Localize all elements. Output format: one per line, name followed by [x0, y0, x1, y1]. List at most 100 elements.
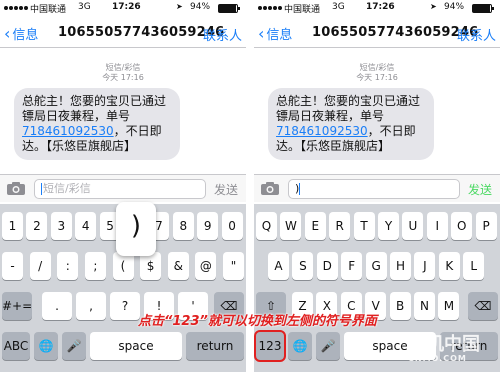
back-button[interactable]: ‹ 信息: [258, 24, 292, 43]
chevron-left-icon: ‹: [4, 23, 11, 43]
left_keyboard-key[interactable]: ;: [84, 252, 106, 280]
right_keyboard-key[interactable]: W: [280, 212, 302, 240]
left_keyboard-key[interactable]: 0: [221, 212, 243, 240]
right_keyboard-key[interactable]: H: [390, 252, 411, 280]
battery-icon: [472, 4, 494, 13]
navigation-bar: ‹ 信息 106550577436059246 联系人: [0, 18, 246, 48]
back-label: 信息: [266, 28, 293, 43]
dictation-key[interactable]: 🎤: [62, 332, 86, 360]
left_keyboard-key[interactable]: 2: [26, 212, 48, 240]
right_keyboard-key[interactable]: T: [353, 212, 375, 240]
carrier-label: 中国联通: [284, 5, 321, 15]
right_keyboard-key[interactable]: J: [414, 252, 436, 280]
left_keyboard-key[interactable]: 4: [75, 212, 97, 240]
globe-icon: 🌐: [292, 339, 308, 353]
symbols-toggle-key[interactable]: #+=: [2, 292, 32, 320]
network-type: 3G: [332, 2, 345, 12]
left_keyboard-key[interactable]: 9: [197, 212, 219, 240]
network-type: 3G: [78, 2, 91, 12]
globe-key[interactable]: 🌐: [34, 332, 58, 360]
right_keyboard-key[interactable]: G: [365, 252, 387, 280]
left_keyboard-key[interactable]: :: [57, 252, 79, 280]
message-text-part1: 总舵主！您要的宝贝已通过镖局日夜兼程，单号: [276, 94, 421, 123]
delete-key[interactable]: ⌫: [468, 292, 498, 320]
right_keyboard-key[interactable]: Q: [256, 212, 277, 240]
left_keyboard-key[interactable]: 3: [50, 212, 72, 240]
left_keyboard-key[interactable]: &: [167, 252, 189, 280]
right_keyboard-key[interactable]: O: [451, 212, 473, 240]
right_keyboard-key[interactable]: D: [316, 252, 338, 280]
watermark-text: 手机中国: [408, 334, 480, 355]
right_keyboard-key[interactable]: F: [341, 252, 363, 280]
battery-percent: 94%: [190, 2, 211, 12]
return-key[interactable]: return: [186, 332, 244, 360]
left_keyboard-key[interactable]: 8: [172, 212, 194, 240]
left_keyboard-key[interactable]: -: [2, 252, 23, 280]
location-arrow-icon: ➤: [430, 2, 437, 11]
backspace-icon: ⌫: [474, 299, 492, 313]
composer-bar: ) 发送: [254, 174, 500, 202]
message-bubble: 总舵主！您要的宝贝已通过镖局日夜兼程，单号718461092530，不日即达。【…: [14, 88, 180, 160]
watermark-logo: 手机中国 CNMO.COM: [408, 330, 498, 370]
back-button[interactable]: ‹ 信息: [4, 24, 38, 43]
tracking-number-link[interactable]: 718461092530: [276, 124, 368, 138]
right_keyboard-key[interactable]: K: [438, 252, 460, 280]
left_keyboard-key[interactable]: (: [112, 252, 134, 280]
right_keyboard-key[interactable]: B: [389, 292, 411, 320]
message-input[interactable]: 短信/彩信: [34, 179, 206, 199]
right_keyboard-key[interactable]: M: [438, 292, 460, 320]
navigation-bar: ‹ 信息 106550577436059246 联系人: [254, 18, 500, 48]
right_keyboard-key[interactable]: I: [426, 212, 448, 240]
signal-strength-icon: [4, 4, 28, 12]
space-key[interactable]: space: [90, 332, 182, 360]
right_keyboard-key[interactable]: A: [268, 252, 289, 280]
left_keyboard-key[interactable]: ,: [76, 292, 106, 320]
composer-bar: 短信/彩信 发送: [0, 174, 246, 202]
right_keyboard-key[interactable]: L: [463, 252, 485, 280]
annotation-caption: 点击“123”就可以切换到左侧的符号界面: [138, 314, 377, 329]
message-text-part1: 总舵主！您要的宝贝已通过镖局日夜兼程，单号: [22, 94, 167, 123]
globe-key[interactable]: 🌐: [288, 332, 312, 360]
left_keyboard-key[interactable]: /: [29, 252, 51, 280]
left_keyboard-key[interactable]: @: [195, 252, 217, 280]
battery-fill: [473, 5, 490, 12]
right_keyboard-key[interactable]: U: [402, 212, 424, 240]
right_keyboard-key[interactable]: R: [329, 212, 351, 240]
message-input[interactable]: ): [288, 179, 460, 199]
left_keyboard-key[interactable]: .: [42, 292, 72, 320]
dictation-key[interactable]: 🎤: [316, 332, 340, 360]
contacts-button[interactable]: 联系人: [203, 25, 242, 44]
status-time: 17:26: [112, 2, 141, 12]
right_keyboard-key[interactable]: N: [414, 292, 435, 320]
keyboard-mode-key[interactable]: 123: [254, 330, 286, 362]
status-bar: 中国联通 3G 17:26 ➤ 94%: [254, 0, 500, 16]
right_keyboard-key[interactable]: S: [292, 252, 314, 280]
message-input-placeholder: 短信/彩信: [43, 182, 91, 195]
left_keyboard-key[interactable]: ": [223, 252, 244, 280]
left_keyboard-key[interactable]: $: [140, 252, 162, 280]
left_keyboard-key[interactable]: 1: [2, 212, 23, 240]
globe-icon: 🌐: [38, 339, 54, 353]
contacts-button[interactable]: 联系人: [457, 25, 496, 44]
status-time: 17:26: [366, 2, 395, 12]
right_keyboard-key[interactable]: Y: [378, 212, 399, 240]
right_keyboard-key[interactable]: E: [304, 212, 326, 240]
location-arrow-icon: ➤: [176, 2, 183, 11]
message-timestamp: 今天 17:16: [102, 73, 144, 82]
send-button[interactable]: 发送: [468, 181, 492, 198]
keyboard-mode-key[interactable]: ABC: [2, 332, 30, 360]
carrier-label: 中国联通: [30, 5, 67, 15]
send-button[interactable]: 发送: [214, 181, 238, 198]
left_keyboard-key[interactable]: ?: [110, 292, 140, 320]
tracking-number-link[interactable]: 718461092530: [22, 124, 114, 138]
text-caret: [41, 183, 42, 195]
right_keyboard-key[interactable]: P: [475, 212, 497, 240]
camera-icon[interactable]: [6, 181, 26, 195]
battery-icon: [218, 4, 240, 13]
back-label: 信息: [12, 28, 39, 43]
battery-fill: [219, 5, 236, 12]
microphone-icon: 🎤: [320, 339, 336, 353]
camera-icon[interactable]: [260, 181, 280, 195]
battery-percent: 94%: [444, 2, 465, 12]
microphone-icon: 🎤: [66, 339, 82, 353]
